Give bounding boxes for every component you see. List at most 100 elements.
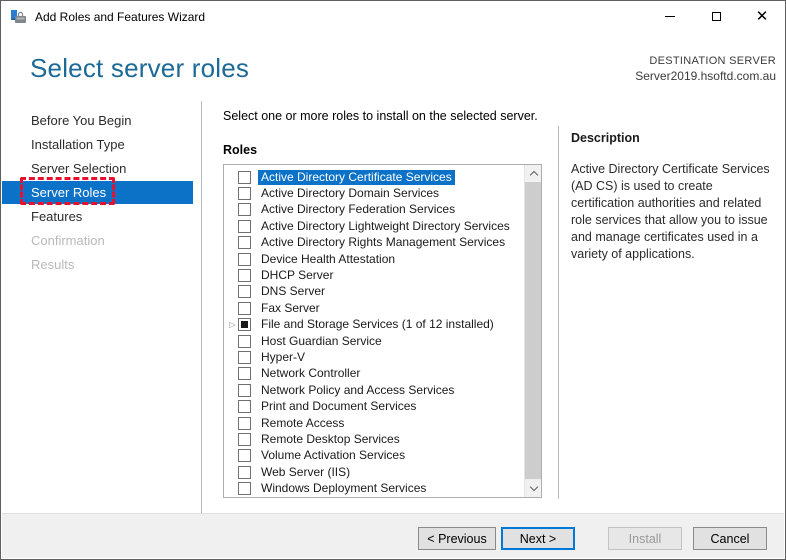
role-row-active-directory-rights-management-services[interactable]: Active Directory Rights Management Servi… [227, 235, 541, 251]
role-row-dns-server[interactable]: DNS Server [227, 284, 541, 300]
maximize-icon [711, 12, 721, 21]
role-checkbox[interactable] [238, 301, 251, 315]
scroll-up-button[interactable] [525, 165, 541, 182]
sidebar-item-server-roles[interactable]: Server Roles [2, 177, 193, 205]
role-checkbox[interactable] [238, 236, 251, 250]
role-checkbox[interactable] [238, 318, 251, 332]
description-heading: Description [571, 131, 640, 145]
role-label: Host Guardian Service [261, 333, 382, 348]
sidebar-item-server-selection[interactable]: Server Selection [2, 157, 193, 180]
minimize-button[interactable] [647, 1, 693, 32]
role-checkbox[interactable] [238, 449, 251, 463]
scrollbar-thumb[interactable] [525, 182, 541, 479]
role-checkbox[interactable] [238, 383, 251, 397]
role-row-device-health-attestation[interactable]: Device Health Attestation [227, 251, 541, 267]
role-checkbox[interactable] [238, 482, 251, 496]
role-label: Active Directory Rights Management Servi… [261, 235, 506, 250]
previous-button[interactable]: < Previous [418, 527, 496, 550]
role-checkbox[interactable] [238, 269, 251, 283]
footer-bar: < Previous Next > Install Cancel [2, 513, 784, 558]
chevron-down-icon [529, 482, 538, 492]
role-label: Fax Server [261, 300, 320, 315]
role-label: DNS Server [261, 284, 326, 299]
role-checkbox[interactable] [238, 432, 251, 446]
role-label: Active Directory Domain Services [261, 186, 440, 201]
roles-list: Active Directory Certificate Services Act… [227, 169, 541, 497]
role-label: Print and Document Services [261, 399, 417, 414]
destination-block: DESTINATION SERVER Server2019.hsoftd.com… [635, 55, 776, 83]
role-label: Volume Activation Services [261, 448, 406, 463]
role-row-print-and-document-services[interactable]: Print and Document Services [227, 398, 541, 414]
role-row-volume-activation-services[interactable]: Volume Activation Services [227, 448, 541, 464]
window-title: Add Roles and Features Wizard [35, 9, 206, 24]
role-label: Active Directory Lightweight Directory S… [261, 218, 510, 233]
sidebar-item-results: Results [31, 257, 75, 272]
role-label: Web Server (IIS) [261, 464, 351, 479]
role-checkbox[interactable] [238, 400, 251, 414]
sidebar-item-installation-type[interactable]: Installation Type [2, 133, 193, 156]
role-row-active-directory-lightweight-directory-services[interactable]: Active Directory Lightweight Directory S… [227, 218, 541, 234]
destination-label: DESTINATION SERVER [649, 55, 776, 67]
expand-arrow-icon[interactable]: ▷ [227, 320, 238, 329]
cancel-button[interactable]: Cancel [693, 527, 767, 550]
role-row-hyper-v[interactable]: Hyper-V [227, 349, 541, 365]
maximize-button[interactable] [693, 1, 739, 32]
close-icon: ✕ [755, 8, 769, 25]
sidebar-item-features[interactable]: Features [2, 205, 193, 228]
role-row-dhcp-server[interactable]: DHCP Server [227, 267, 541, 283]
role-row-web-server-iis[interactable]: Web Server (IIS) [227, 464, 541, 480]
role-checkbox[interactable] [238, 334, 251, 348]
role-row-fax-server[interactable]: Fax Server [227, 300, 541, 316]
roles-scrollbar[interactable] [524, 165, 541, 497]
title-bar[interactable]: Add Roles and Features Wizard ✕ [1, 1, 785, 32]
close-button[interactable]: ✕ [739, 1, 785, 32]
role-label: Windows Deployment Services [261, 481, 427, 496]
role-label: Remote Desktop Services [261, 431, 400, 446]
role-row-network-controller[interactable]: Network Controller [227, 366, 541, 382]
role-checkbox[interactable] [238, 170, 251, 184]
role-row-remote-access[interactable]: Remote Access [227, 415, 541, 431]
chevron-up-icon [529, 170, 538, 180]
role-checkbox[interactable] [238, 187, 251, 201]
server-manager-icon [11, 9, 26, 23]
role-row-windows-deployment-services[interactable]: Windows Deployment Services [227, 480, 541, 496]
role-checkbox[interactable] [238, 252, 251, 266]
next-button[interactable]: Next > [501, 527, 575, 550]
roles-listbox[interactable]: Active Directory Certificate Services Act… [223, 164, 542, 498]
role-checkbox[interactable] [238, 285, 251, 299]
role-label: Network Controller [261, 366, 361, 381]
role-row-active-directory-federation-services[interactable]: Active Directory Federation Services [227, 202, 541, 218]
role-label: Network Policy and Access Services [261, 382, 455, 397]
role-label: Hyper-V [261, 349, 306, 364]
role-label: Remote Access [261, 415, 345, 430]
role-row-network-policy-and-access-services[interactable]: Network Policy and Access Services [227, 382, 541, 398]
role-checkbox[interactable] [238, 219, 251, 233]
description-divider [558, 126, 559, 499]
role-checkbox[interactable] [238, 367, 251, 381]
role-label: File and Storage Services (1 of 12 insta… [261, 317, 494, 332]
role-checkbox[interactable] [238, 350, 251, 364]
sidebar-item-before-you-begin[interactable]: Before You Begin [2, 109, 193, 132]
red-dashed-annotation [20, 177, 115, 205]
description-text: Active Directory Certificate Services (A… [571, 162, 770, 261]
instruction-text: Select one or more roles to install on t… [223, 109, 538, 123]
destination-server-name: Server2019.hsoftd.com.au [635, 69, 776, 83]
role-checkbox[interactable] [238, 465, 251, 479]
role-label: DHCP Server [261, 268, 334, 283]
role-label: Device Health Attestation [261, 251, 396, 266]
role-checkbox[interactable] [238, 416, 251, 430]
role-row-remote-desktop-services[interactable]: Remote Desktop Services [227, 431, 541, 447]
sidebar-divider [201, 101, 202, 515]
sidebar-item-confirmation: Confirmation [31, 233, 105, 248]
scroll-down-button[interactable] [525, 480, 541, 497]
install-button: Install [608, 527, 682, 550]
role-row-file-and-storage-services-1-of-12-installed[interactable]: ▷ File and Storage Services (1 of 12 inst… [227, 317, 541, 333]
roles-heading: Roles [223, 143, 258, 157]
wizard-window: Add Roles and Features Wizard ✕ Select s… [0, 0, 786, 560]
role-row-active-directory-domain-services[interactable]: Active Directory Domain Services [227, 185, 541, 201]
role-checkbox[interactable] [238, 203, 251, 217]
role-row-host-guardian-service[interactable]: Host Guardian Service [227, 333, 541, 349]
role-label: Active Directory Certificate Services [258, 169, 455, 185]
minimize-icon [665, 16, 675, 17]
role-row-active-directory-certificate-services[interactable]: Active Directory Certificate Services [227, 169, 541, 185]
